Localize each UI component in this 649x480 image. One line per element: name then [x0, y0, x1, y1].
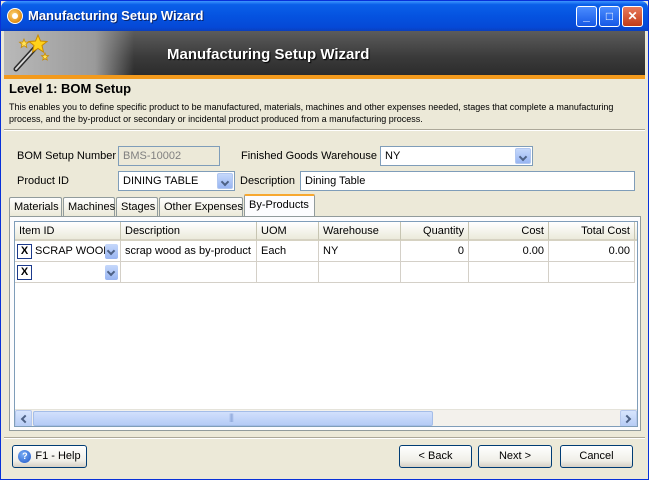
window-title: Manufacturing Setup Wizard: [28, 8, 204, 23]
chevron-down-icon[interactable]: [105, 265, 118, 280]
bom-setup-number-field: BMS-10002: [118, 146, 220, 166]
chevron-down-icon[interactable]: [515, 148, 531, 164]
help-question-icon: ?: [18, 449, 32, 463]
column-header-item-id[interactable]: Item ID: [15, 222, 121, 241]
close-button[interactable]: ✕: [622, 6, 643, 27]
column-header-cost[interactable]: Cost: [469, 222, 549, 241]
remove-row-icon[interactable]: X: [17, 244, 32, 259]
item-id-value: SCRAP WOOD: [35, 245, 112, 257]
tab-stages[interactable]: Stages: [116, 197, 158, 216]
wizard-banner: Manufacturing Setup Wizard: [4, 31, 645, 75]
step-description: This enables you to define specific prod…: [9, 102, 614, 124]
table-row-cost[interactable]: 0.00: [469, 241, 549, 262]
table-row-quantity[interactable]: 0: [401, 241, 469, 262]
minimize-button[interactable]: _: [576, 6, 597, 27]
new-row-description[interactable]: [121, 262, 257, 283]
back-button[interactable]: < Back: [399, 445, 472, 468]
column-header-warehouse[interactable]: Warehouse: [319, 222, 401, 241]
product-id-select[interactable]: DINING TABLE: [118, 171, 235, 191]
scrollbar-thumb[interactable]: [33, 411, 433, 426]
table-row-description[interactable]: scrap wood as by-product: [121, 241, 257, 262]
new-row-quantity[interactable]: [401, 262, 469, 283]
help-button-label: F1 - Help: [35, 450, 81, 462]
product-id-label: Product ID: [17, 175, 69, 187]
tab-other-expenses[interactable]: Other Expenses: [159, 197, 243, 216]
finished-goods-warehouse-label: Finished Goods Warehouse: [241, 150, 377, 162]
new-row-warehouse[interactable]: [319, 262, 401, 283]
table-row-total-cost[interactable]: 0.00: [549, 241, 635, 262]
chevron-down-icon[interactable]: [217, 173, 233, 189]
tab-materials[interactable]: Materials: [9, 197, 62, 216]
tab-by-products[interactable]: By-Products: [244, 194, 315, 217]
app-orb-icon: [7, 8, 23, 24]
column-header-quantity[interactable]: Quantity: [401, 222, 469, 241]
banner-title: Manufacturing Setup Wizard: [167, 46, 370, 63]
footer-divider: [4, 437, 645, 439]
column-header-description[interactable]: Description: [121, 222, 257, 241]
finished-goods-warehouse-select[interactable]: NY: [380, 146, 533, 166]
remove-row-icon[interactable]: X: [17, 265, 32, 280]
bom-setup-number-label: BOM Setup Number: [17, 150, 117, 162]
cancel-button[interactable]: Cancel: [560, 445, 633, 468]
table-row-uom[interactable]: Each: [257, 241, 319, 262]
header-divider: [4, 129, 645, 131]
new-row-total-cost[interactable]: [549, 262, 635, 283]
help-button[interactable]: ? F1 - Help: [12, 445, 87, 468]
new-row-cost[interactable]: [469, 262, 549, 283]
product-id-value: DINING TABLE: [123, 175, 199, 187]
maximize-button[interactable]: □: [599, 6, 620, 27]
tab-machines[interactable]: Machines: [63, 197, 115, 216]
table-row-warehouse[interactable]: NY: [319, 241, 401, 262]
new-row-item-id[interactable]: X: [15, 262, 121, 283]
wizard-content: Level 1: BOM Setup This enables you to d…: [4, 79, 645, 475]
table-row-item-id[interactable]: X SCRAP WOOD: [15, 241, 121, 262]
column-header-total-cost[interactable]: Total Cost: [549, 222, 635, 241]
description-field[interactable]: Dining Table: [300, 171, 635, 191]
horizontal-scrollbar[interactable]: [15, 409, 637, 426]
column-header-overflow: [635, 222, 637, 241]
by-products-panel: Item ID Description UOM Warehouse Quanti…: [9, 216, 641, 431]
scroll-right-icon[interactable]: [620, 410, 637, 426]
chevron-down-icon[interactable]: [105, 244, 118, 259]
next-button[interactable]: Next >: [478, 445, 552, 468]
description-label: Description: [240, 175, 296, 187]
by-products-grid: Item ID Description UOM Warehouse Quanti…: [14, 221, 638, 427]
column-header-uom[interactable]: UOM: [257, 222, 319, 241]
scroll-left-icon[interactable]: [15, 410, 32, 426]
finished-goods-warehouse-value: NY: [385, 150, 401, 162]
title-bar[interactable]: Manufacturing Setup Wizard _ □ ✕: [1, 1, 648, 31]
step-title: Level 1: BOM Setup: [9, 81, 132, 96]
magic-wand-stars-icon: [13, 33, 50, 72]
new-row-uom[interactable]: [257, 262, 319, 283]
wizard-window: Manufacturing Setup Wizard _ □ ✕ Manufac…: [0, 0, 649, 480]
